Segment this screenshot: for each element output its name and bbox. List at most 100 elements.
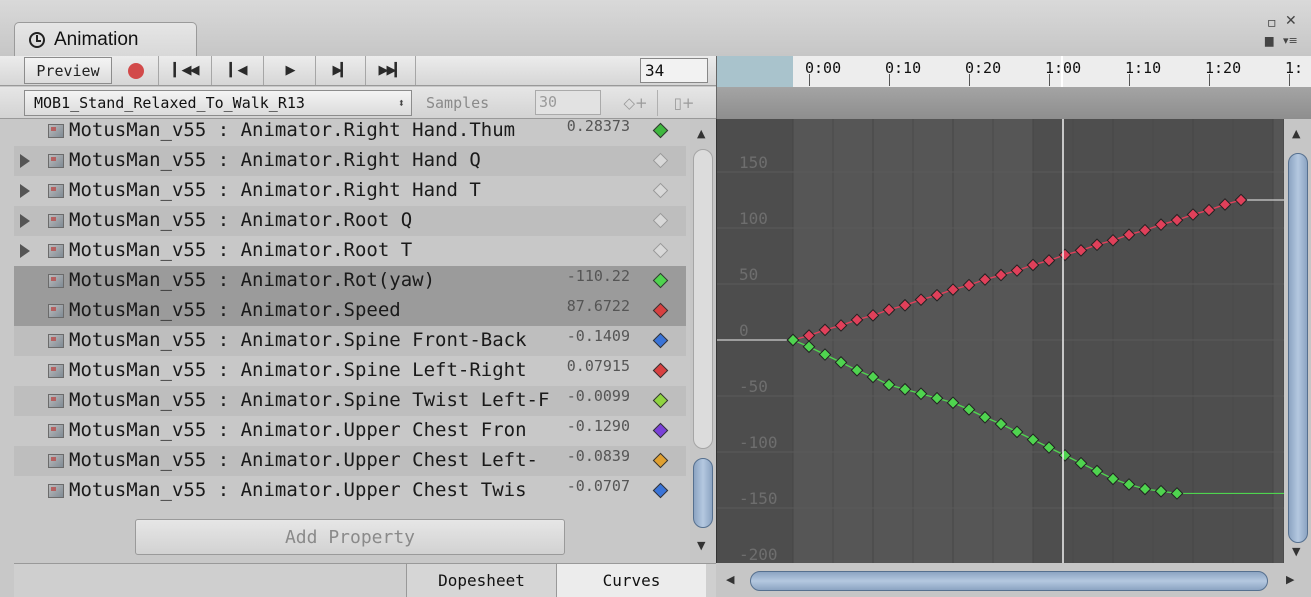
menu-icon[interactable]: ▾≡ xyxy=(1283,34,1298,48)
tab-dopesheet[interactable]: Dopesheet xyxy=(406,564,556,597)
property-row[interactable]: MotusMan_v55 : Animator.Spine Left-Right… xyxy=(14,356,686,386)
property-row[interactable]: MotusMan_v55 : Animator.Upper Chest Twis… xyxy=(14,476,686,506)
property-row[interactable]: MotusMan_v55 : Animator.Spine Twist Left… xyxy=(14,386,686,416)
y-axis-label: -50 xyxy=(739,377,768,396)
maximize-icon[interactable]: ▫ xyxy=(1267,16,1277,30)
keyframe-diamond-icon[interactable] xyxy=(652,482,669,499)
samples-label: Samples xyxy=(426,94,490,112)
frame-number-field[interactable]: 34 xyxy=(640,58,708,83)
timeline-tick-label: 1:20 xyxy=(1205,59,1242,77)
scroll-right-icon[interactable]: ▶ xyxy=(1286,573,1294,586)
keyframe-diamond-icon[interactable] xyxy=(652,362,669,379)
prev-key-button[interactable]: ▎◀ xyxy=(212,56,264,85)
keyframe-diamond-icon[interactable] xyxy=(652,452,669,469)
expand-arrow-icon[interactable] xyxy=(20,154,30,168)
next-key-button[interactable]: ▶▎ xyxy=(316,56,366,85)
curve-graph[interactable]: 150 100 50 0 -50 -100 -150 -200 xyxy=(717,119,1284,563)
record-icon xyxy=(127,62,144,79)
scroll-left-icon[interactable]: ◀ xyxy=(726,573,734,586)
scroll-down-icon[interactable]: ▼ xyxy=(697,539,705,552)
curve-vertical-scrollbar[interactable]: ▲ ▼ xyxy=(1284,119,1311,563)
lock-icon[interactable]: ▆ xyxy=(1265,34,1273,48)
keyframe-diamond-icon[interactable] xyxy=(652,392,669,409)
preview-button[interactable]: Preview xyxy=(24,57,112,84)
keyframe-diamond-icon[interactable] xyxy=(652,212,669,229)
property-value[interactable]: -0.0707 xyxy=(567,477,630,495)
previous-frame-icon: ▎◀ xyxy=(229,63,248,78)
property-row[interactable]: MotusMan_v55 : Animator.Spine Front-Back… xyxy=(14,326,686,356)
expand-arrow-icon[interactable] xyxy=(20,244,30,258)
event-strip[interactable] xyxy=(716,87,1311,119)
playhead-marker[interactable] xyxy=(1061,56,1063,87)
animator-component-icon xyxy=(48,184,64,198)
keyframe-diamond-icon[interactable] xyxy=(652,242,669,259)
property-value[interactable]: -0.0099 xyxy=(567,387,630,405)
scrollbar-track xyxy=(693,149,713,449)
y-axis-label: 0 xyxy=(739,321,749,340)
keyframe-diamond-icon[interactable] xyxy=(652,302,669,319)
property-name: MotusMan_v55 : Animator.Speed xyxy=(69,299,401,321)
property-list: MotusMan_v55 : Animator.Right Hand.Thum 0… xyxy=(14,119,686,563)
last-key-button[interactable]: ▶▶▎ xyxy=(366,56,416,85)
keyframe-diamond-icon[interactable] xyxy=(652,152,669,169)
property-name: MotusMan_v55 : Animator.Upper Chest Fron xyxy=(69,419,527,441)
property-name: MotusMan_v55 : Animator.Right Hand Q xyxy=(69,149,481,171)
scrollbar-thumb[interactable] xyxy=(750,571,1268,591)
property-name: MotusMan_v55 : Animator.Right Hand T xyxy=(69,179,481,201)
property-row[interactable]: MotusMan_v55 : Animator.Speed 87.6722 xyxy=(14,296,686,326)
property-name: MotusMan_v55 : Animator.Root T xyxy=(69,239,413,261)
property-scrollbar[interactable]: ▲ ▼ xyxy=(690,119,716,563)
scroll-up-icon[interactable]: ▲ xyxy=(1292,127,1300,140)
tab-curves[interactable]: Curves xyxy=(556,564,706,597)
timeline-ruler[interactable]: 0:00 0:10 0:20 1:00 1:10 1:20 1: xyxy=(716,56,1311,87)
add-event-button[interactable]: ▯+ xyxy=(662,90,706,116)
property-row[interactable]: MotusMan_v55 : Animator.Root Q xyxy=(14,206,686,236)
close-icon[interactable]: ✕ xyxy=(1285,14,1297,28)
animation-tab[interactable]: Animation xyxy=(14,22,197,56)
scrollbar-thumb[interactable] xyxy=(693,458,713,528)
property-row[interactable]: MotusMan_v55 : Animator.Root T xyxy=(14,236,686,266)
scroll-down-icon[interactable]: ▼ xyxy=(1292,545,1300,558)
keyframe-diamond-icon[interactable] xyxy=(652,422,669,439)
property-name: MotusMan_v55 : Animator.Right Hand.Thum xyxy=(69,119,516,141)
curve-editor[interactable]: 150 100 50 0 -50 -100 -150 -200 xyxy=(716,119,1284,563)
scrollbar-thumb[interactable] xyxy=(1288,153,1308,543)
scroll-up-icon[interactable]: ▲ xyxy=(697,127,705,140)
keyframe-diamond-icon[interactable] xyxy=(652,182,669,199)
property-value[interactable]: -0.1290 xyxy=(567,417,630,435)
property-value[interactable]: 87.6722 xyxy=(567,297,630,315)
animation-window: Animation ▫ ✕ ▆ ▾≡ Preview ▎◀◀ ▎◀ ▶ ▶▎ ▶… xyxy=(0,0,1311,597)
add-keyframe-button[interactable]: ◇+ xyxy=(614,90,658,116)
property-row[interactable]: MotusMan_v55 : Animator.Upper Chest Fron… xyxy=(14,416,686,446)
record-button[interactable] xyxy=(113,56,159,85)
curve-horizontal-scrollbar[interactable]: ◀ ▶ xyxy=(716,563,1311,597)
tab-title: Animation xyxy=(54,28,139,50)
animator-component-icon xyxy=(48,484,64,498)
keyframe-diamond-icon[interactable] xyxy=(652,122,669,139)
timeline-tick-label: 1: xyxy=(1285,59,1304,77)
property-value[interactable]: -0.0839 xyxy=(567,447,630,465)
animator-component-icon xyxy=(48,394,64,408)
expand-arrow-icon[interactable] xyxy=(20,184,30,198)
clip-dropdown[interactable]: MOB1_Stand_Relaxed_To_Walk_R13 ⬍ xyxy=(24,90,412,116)
timeline-tick-label: 1:00 xyxy=(1045,59,1082,77)
add-property-button[interactable]: Add Property xyxy=(135,519,565,555)
property-row[interactable]: MotusMan_v55 : Animator.Right Hand Q xyxy=(14,146,686,176)
property-row[interactable]: MotusMan_v55 : Animator.Rot(yaw) -110.22 xyxy=(14,266,686,296)
property-value[interactable]: -0.1409 xyxy=(567,327,630,345)
property-row[interactable]: MotusMan_v55 : Animator.Right Hand.Thum 0… xyxy=(14,119,686,146)
animator-component-icon xyxy=(48,334,64,348)
samples-field[interactable]: 30 xyxy=(535,90,601,115)
property-value[interactable]: 0.07915 xyxy=(567,357,630,375)
y-axis-label: -150 xyxy=(739,489,778,508)
property-value[interactable]: 0.28373 xyxy=(567,119,630,135)
keyframe-diamond-icon[interactable] xyxy=(652,332,669,349)
property-row[interactable]: MotusMan_v55 : Animator.Right Hand T xyxy=(14,176,686,206)
expand-arrow-icon[interactable] xyxy=(20,214,30,228)
play-button[interactable]: ▶ xyxy=(264,56,316,85)
first-key-button[interactable]: ▎◀◀ xyxy=(160,56,212,85)
keyframe-diamond-icon[interactable] xyxy=(652,272,669,289)
property-value[interactable]: -110.22 xyxy=(567,267,630,285)
property-row[interactable]: MotusMan_v55 : Animator.Upper Chest Left… xyxy=(14,446,686,476)
window-controls: ▫ ✕ ▆ ▾≡ xyxy=(1263,12,1303,52)
